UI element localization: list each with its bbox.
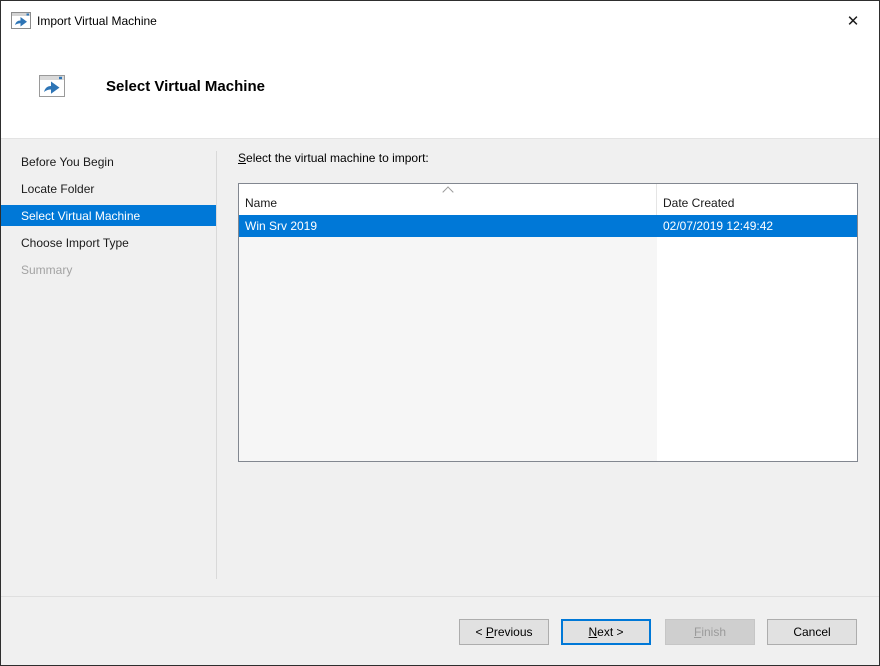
page-title: Select Virtual Machine — [106, 78, 265, 95]
hyperv-import-app-icon — [11, 12, 31, 32]
sidebar-divider — [216, 151, 217, 579]
vm-list[interactable]: Name Date Created Win Srv 2019 02/07/201… — [238, 183, 858, 462]
wizard-steps-sidebar: Before You Begin Locate Folder Select Vi… — [1, 139, 216, 283]
previous-button[interactable]: < Previous — [459, 619, 549, 645]
vm-list-row-win-srv-2019[interactable]: Win Srv 2019 02/07/2019 12:49:42 — [239, 215, 857, 237]
sidebar-item-before-you-begin[interactable]: Before You Begin — [1, 148, 216, 175]
sidebar-item-select-virtual-machine[interactable]: Select Virtual Machine — [1, 205, 216, 226]
window-title: Import Virtual Machine — [37, 14, 157, 28]
next-button[interactable]: Next > — [561, 619, 651, 645]
sidebar-item-choose-import-type[interactable]: Choose Import Type — [1, 229, 216, 256]
sidebar-item-summary: Summary — [1, 256, 216, 283]
close-icon: ✕ — [847, 12, 860, 30]
instruction-label: Select the virtual machine to import: — [238, 151, 429, 165]
close-button[interactable]: ✕ — [837, 6, 869, 35]
title-bar: Import Virtual Machine ✕ — [1, 1, 879, 41]
vm-name-cell: Win Srv 2019 — [239, 219, 657, 233]
finish-button: Finish — [665, 619, 755, 645]
sorted-column-tint — [239, 237, 657, 461]
wizard-page-icon — [39, 75, 65, 100]
sidebar-item-locate-folder[interactable]: Locate Folder — [1, 175, 216, 202]
cancel-button[interactable]: Cancel — [767, 619, 857, 645]
vm-date-created-cell: 02/07/2019 12:49:42 — [657, 219, 857, 233]
import-vm-wizard-window: Import Virtual Machine ✕ Select Virtual … — [0, 0, 880, 666]
vm-list-header: Name Date Created — [239, 184, 857, 215]
wizard-body: Before You Begin Locate Folder Select Vi… — [1, 139, 879, 596]
footer-buttons: < Previous Next > Finish Cancel — [459, 619, 857, 645]
vm-list-empty-area — [239, 237, 857, 461]
empty-area — [657, 237, 857, 461]
column-header-date-created[interactable]: Date Created — [657, 184, 857, 215]
footer-bar: < Previous Next > Finish Cancel — [1, 597, 879, 666]
